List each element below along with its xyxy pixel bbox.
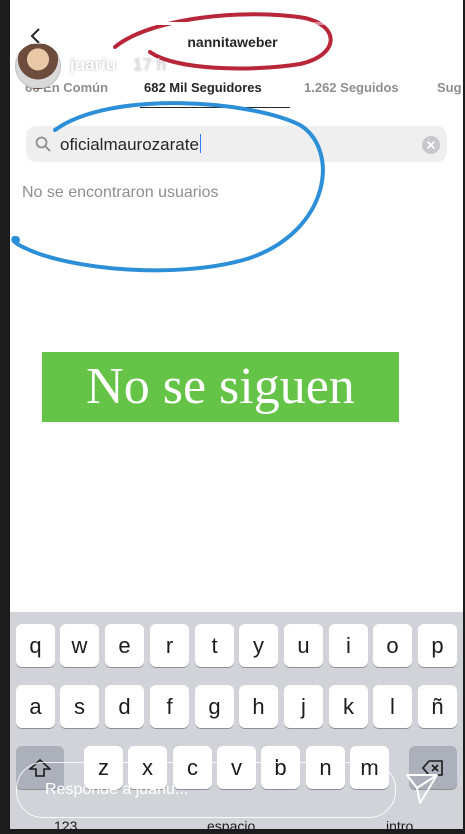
key-t[interactable]: t — [195, 624, 234, 667]
numbers-key-label[interactable]: 123 — [54, 818, 77, 834]
progress-fill — [15, 22, 73, 25]
key-l[interactable]: l — [373, 685, 412, 728]
mute-icon[interactable] — [372, 54, 396, 74]
story-progress — [15, 22, 453, 25]
key-y[interactable]: y — [239, 624, 278, 667]
progress-segment — [15, 22, 73, 25]
progress-segment — [78, 22, 136, 25]
key-i[interactable]: i — [329, 624, 368, 667]
space-key-label[interactable]: espacio — [207, 818, 255, 834]
key-s[interactable]: s — [60, 685, 99, 728]
profile-name: nannitaweber — [187, 34, 278, 50]
tab-sugerencias[interactable]: Sug — [437, 80, 462, 95]
tab-seguidores[interactable]: 682 Mil Seguidores — [144, 80, 262, 95]
progress-fill — [78, 22, 136, 25]
progress-segment — [268, 22, 327, 25]
key-f[interactable]: f — [150, 685, 189, 728]
reply-placeholder: Responde a juariu... — [45, 781, 189, 798]
caption-text: No se siguen — [86, 358, 355, 415]
key-j[interactable]: j — [284, 685, 323, 728]
search-input-value: oficialmaurozarate — [60, 135, 199, 154]
progress-segment — [332, 22, 390, 25]
clear-icon[interactable] — [422, 136, 440, 154]
search-icon — [35, 136, 51, 152]
tab-underline — [140, 107, 290, 108]
key-n-tilde[interactable]: ñ — [418, 685, 457, 728]
key-r[interactable]: r — [150, 624, 189, 667]
progress-segment — [141, 22, 200, 25]
pause-icon[interactable] — [343, 54, 359, 74]
key-u[interactable]: u — [284, 624, 323, 667]
send-icon[interactable] — [404, 771, 440, 807]
return-key-label[interactable]: intro — [386, 818, 413, 834]
progress-fill — [141, 22, 200, 25]
avatar[interactable] — [15, 43, 61, 89]
key-d[interactable]: d — [105, 685, 144, 728]
search-input[interactable]: oficialmaurozarate — [60, 134, 202, 155]
key-a[interactable]: a — [16, 685, 55, 728]
profile-tabs: 66 En Común 682 Mil Seguidores 1.262 Seg… — [0, 80, 465, 110]
key-q[interactable]: q — [16, 624, 55, 667]
key-e[interactable]: e — [105, 624, 144, 667]
key-w[interactable]: w — [60, 624, 99, 667]
tab-seguidos[interactable]: 1.262 Seguidos — [304, 80, 399, 95]
key-h[interactable]: h — [239, 685, 278, 728]
key-p[interactable]: p — [418, 624, 457, 667]
key-g[interactable]: g — [195, 685, 234, 728]
progress-fill — [205, 22, 237, 25]
text-caret — [199, 134, 202, 153]
key-k[interactable]: k — [329, 685, 368, 728]
caption-sticker: No se siguen — [42, 352, 399, 422]
key-o[interactable]: o — [373, 624, 412, 667]
more-icon[interactable] — [408, 55, 434, 73]
story-timestamp: 17 h — [133, 55, 167, 74]
story-username[interactable]: juariu — [70, 55, 116, 75]
progress-segment — [205, 22, 263, 25]
progress-segment — [395, 22, 453, 25]
no-results-text: No se encontraron usuarios — [22, 184, 219, 201]
